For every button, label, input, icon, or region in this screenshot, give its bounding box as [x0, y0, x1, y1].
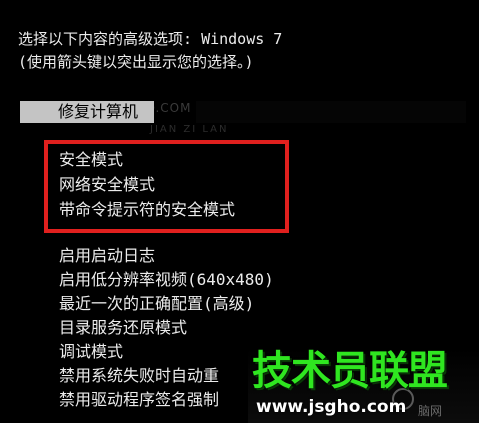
menu-item-disable-driver-signature[interactable]: 禁用驱动程序签名强制	[59, 390, 219, 410]
menu-item-last-known-good[interactable]: 最近一次的正确配置(高级)	[59, 294, 254, 314]
brand-watermark-url: www.jsgho.com	[256, 397, 407, 417]
menu-item-safe-mode-command-prompt[interactable]: 带命令提示符的安全模式	[59, 200, 235, 220]
menu-item-repair-computer[interactable]: 修复计算机	[58, 103, 138, 121]
watermark-subtext: JIAN ZI LAN	[150, 124, 229, 135]
menu-item-safe-mode-networking[interactable]: 网络安全模式	[59, 175, 155, 195]
menu-item-debugging-mode[interactable]: 调试模式	[59, 342, 123, 362]
selected-item-trail	[196, 101, 466, 123]
header-title: 选择以下内容的高级选项: Windows 7	[18, 30, 283, 48]
menu-item-low-resolution-video[interactable]: 启用低分辨率视频(640x480)	[59, 270, 274, 290]
brand-faint-text: 脑网	[418, 404, 443, 418]
brand-watermark-title: 技术员联盟	[252, 348, 448, 394]
menu-item-directory-services-restore[interactable]: 目录服务还原模式	[59, 318, 187, 338]
boot-options-screen: 选择以下内容的高级选项: Windows 7 (使用箭头键以突出显示您的选择。)…	[0, 0, 479, 423]
menu-item-boot-logging[interactable]: 启用启动日志	[59, 246, 155, 266]
menu-item-safe-mode[interactable]: 安全模式	[59, 150, 123, 170]
header-instructions: (使用箭头键以突出显示您的选择。)	[18, 53, 254, 71]
menu-item-disable-auto-restart[interactable]: 禁用系统失败时自动重	[59, 366, 219, 386]
